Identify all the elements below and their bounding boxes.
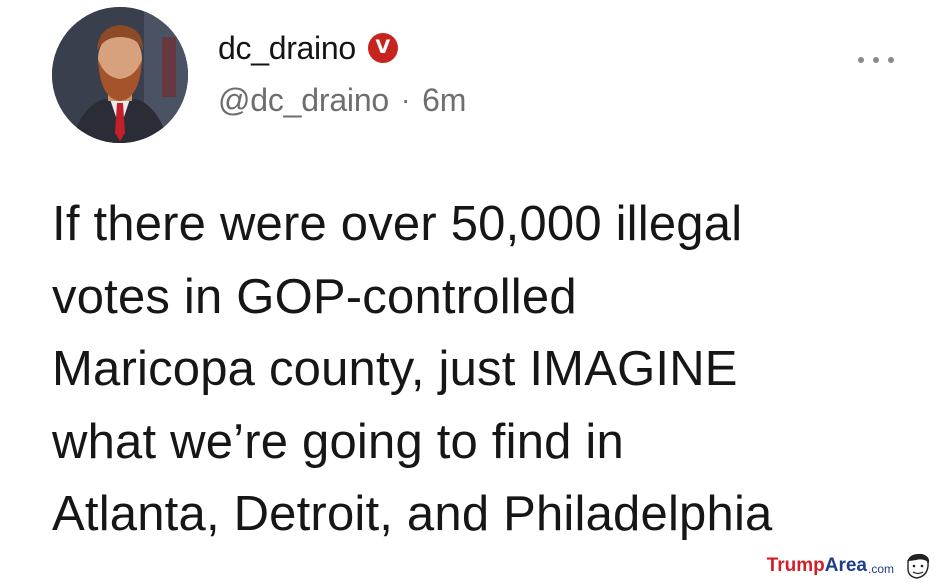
watermark-part-1: Trump xyxy=(766,555,825,576)
post-text-line: votes in GOP-controlled xyxy=(52,269,577,324)
verified-badge-icon: V xyxy=(367,33,398,63)
verified-badge-letter: V xyxy=(375,35,391,58)
watermark-part-2: Area xyxy=(824,555,867,576)
display-name[interactable]: dc_draino xyxy=(218,30,356,67)
author-name-row: dc_draino V xyxy=(218,28,398,68)
more-dot xyxy=(888,57,894,63)
post-text-line: If there were over 50,000 illegal xyxy=(52,197,743,251)
meta-separator: · xyxy=(401,84,411,115)
more-options-icon[interactable] xyxy=(858,52,894,68)
avatar-photo xyxy=(52,7,188,143)
author-meta-row: @dc_draino · 6m xyxy=(218,80,466,120)
social-post: dc_draino V @dc_draino · 6m If there wer… xyxy=(0,0,940,584)
timestamp[interactable]: 6m xyxy=(422,82,466,119)
post-text: If there were over 50,000 illegal votes … xyxy=(52,188,912,551)
watermark-part-3: .com xyxy=(867,561,894,576)
more-dot xyxy=(858,57,864,63)
cartoon-face-icon xyxy=(907,553,930,579)
post-text-line: what we’re going to find in xyxy=(52,414,624,469)
post-text-line: Atlanta, Detroit, and Philadelphia xyxy=(52,487,773,541)
watermark: Trump Area .com xyxy=(767,552,932,580)
more-dot xyxy=(873,57,879,63)
avatar[interactable] xyxy=(52,7,188,143)
handle[interactable]: @dc_draino xyxy=(218,82,389,119)
post-text-line: Maricopa county, just IMAGINE xyxy=(52,342,738,396)
